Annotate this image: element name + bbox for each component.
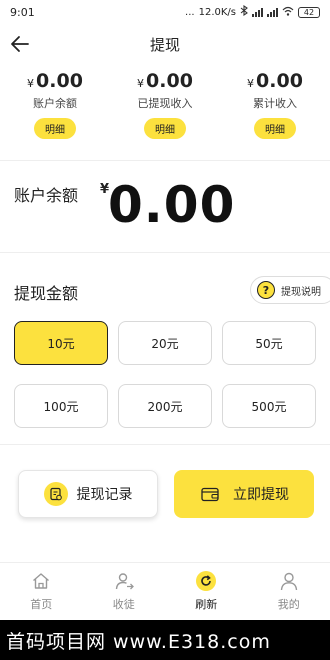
status-time: 9:01 bbox=[10, 5, 35, 19]
stat-label: 账户余额 bbox=[33, 97, 77, 110]
stats-row: ¥ 0.00 账户余额 明细 ¥ 0.00 已提现收入 明细 ¥ 0.00 累计… bbox=[0, 70, 330, 146]
detail-button[interactable]: 明细 bbox=[254, 118, 296, 139]
tab-label: 刷新 bbox=[195, 597, 218, 611]
home-icon bbox=[30, 570, 52, 592]
withdraw-now-label: 立即提现 bbox=[233, 487, 289, 503]
currency-symbol: ¥ bbox=[247, 77, 255, 90]
status-bar: 9:01 ... 12.0K/s 42 bbox=[0, 0, 330, 24]
watermark-banner: 首码项目网 www.E318.com bbox=[0, 620, 330, 660]
stat-value: 0.00 bbox=[256, 70, 303, 92]
withdraw-explain-button[interactable]: ? 提现说明 bbox=[250, 276, 330, 304]
withdraw-amount-title: 提现金额 bbox=[14, 284, 79, 303]
profile-icon bbox=[278, 570, 300, 592]
net-speed: 12.0K/s bbox=[198, 6, 236, 18]
wallet-icon bbox=[199, 485, 221, 503]
stat-value: 0.00 bbox=[146, 70, 193, 92]
stat-amount: ¥ 0.00 bbox=[247, 70, 303, 92]
status-dots: ... bbox=[185, 6, 195, 18]
page-title: 提现 bbox=[149, 35, 180, 54]
withdraw-amount-header: 提现金额 ? 提现说明 bbox=[0, 276, 330, 306]
currency-symbol: ¥ bbox=[137, 77, 145, 90]
amount-options: 10元 20元 50元 100元 200元 500元 bbox=[14, 321, 316, 428]
divider bbox=[0, 252, 330, 253]
stat-account-balance: ¥ 0.00 账户余额 明细 bbox=[0, 70, 110, 146]
stat-withdrawn-income: ¥ 0.00 已提现收入 明细 bbox=[110, 70, 220, 146]
currency-symbol: ¥ bbox=[27, 77, 35, 90]
battery-icon: 42 bbox=[298, 6, 320, 18]
refresh-icon bbox=[195, 570, 217, 592]
action-buttons: 提现记录 立即提现 bbox=[18, 470, 314, 518]
amount-option-20[interactable]: 20元 bbox=[118, 321, 212, 365]
question-icon: ? bbox=[257, 281, 275, 299]
signal-icon bbox=[252, 7, 263, 17]
tab-home[interactable]: 首页 bbox=[0, 563, 83, 618]
withdraw-records-label: 提现记录 bbox=[76, 487, 133, 503]
stat-label: 已提现收入 bbox=[137, 97, 193, 110]
tab-recruit[interactable]: 收徒 bbox=[83, 563, 166, 618]
status-indicators: ... 12.0K/s 42 bbox=[185, 4, 320, 19]
detail-button[interactable]: 明细 bbox=[144, 118, 186, 139]
balance-label: 账户余额 bbox=[14, 186, 79, 205]
bluetooth-icon bbox=[240, 4, 248, 19]
balance-value: 0.00 bbox=[108, 176, 236, 234]
amount-option-50[interactable]: 50元 bbox=[222, 321, 316, 365]
add-user-icon bbox=[113, 570, 135, 592]
wifi-icon bbox=[282, 6, 294, 19]
withdraw-explain-label: 提现说明 bbox=[281, 286, 321, 298]
back-arrow-icon[interactable] bbox=[10, 34, 32, 54]
stat-label: 累计收入 bbox=[253, 97, 297, 110]
signal-icon-2 bbox=[267, 7, 278, 17]
stat-amount: ¥ 0.00 bbox=[27, 70, 83, 92]
amount-option-500[interactable]: 500元 bbox=[222, 384, 316, 428]
divider bbox=[0, 160, 330, 161]
withdraw-records-button[interactable]: 提现记录 bbox=[18, 470, 158, 518]
amount-option-200[interactable]: 200元 bbox=[118, 384, 212, 428]
balance-section: 账户余额 ¥ 0.00 bbox=[14, 176, 314, 244]
tab-label: 收徒 bbox=[112, 597, 135, 611]
tab-refresh[interactable]: 刷新 bbox=[165, 563, 248, 618]
stat-value: 0.00 bbox=[36, 70, 83, 92]
withdraw-now-button[interactable]: 立即提现 bbox=[174, 470, 314, 518]
stat-amount: ¥ 0.00 bbox=[137, 70, 193, 92]
amount-option-10[interactable]: 10元 bbox=[14, 321, 108, 365]
tab-profile[interactable]: 我的 bbox=[248, 563, 330, 618]
amount-option-100[interactable]: 100元 bbox=[14, 384, 108, 428]
stat-total-income: ¥ 0.00 累计收入 明细 bbox=[220, 70, 330, 146]
records-icon bbox=[43, 482, 68, 506]
tab-label: 首页 bbox=[30, 597, 53, 611]
tab-bar: 首页 收徒 刷新 我的 bbox=[0, 562, 330, 618]
tab-label: 我的 bbox=[277, 597, 300, 611]
nav-bar: 提现 bbox=[0, 26, 330, 62]
detail-button[interactable]: 明细 bbox=[34, 118, 76, 139]
divider bbox=[0, 444, 330, 445]
